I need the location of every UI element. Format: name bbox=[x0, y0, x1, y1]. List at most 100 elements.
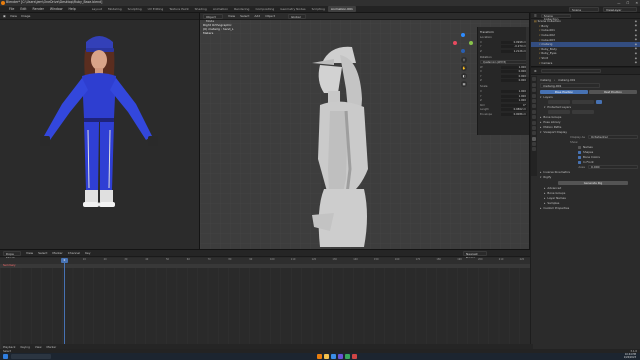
viewport-menu-add[interactable]: Add bbox=[254, 14, 260, 18]
workspace-tab-uv-editing[interactable]: UV Editing bbox=[145, 6, 167, 12]
dope-sheet[interactable]: Dope Sheet View Select Marker Channel Ke… bbox=[0, 249, 533, 350]
camera-icon[interactable]: ◧ bbox=[461, 73, 467, 79]
eye-icon[interactable]: ◉ bbox=[635, 38, 637, 41]
properties-tab-texture-icon[interactable] bbox=[532, 147, 536, 152]
sidebar-tabs[interactable] bbox=[526, 27, 529, 77]
rotation-field[interactable]: 0.000 bbox=[501, 70, 527, 74]
outliner-item[interactable]: ▿ Camera ◉ bbox=[531, 60, 640, 65]
rest-position-button[interactable]: Rest Position bbox=[589, 90, 637, 94]
properties-tab-constraints-icon[interactable] bbox=[532, 131, 536, 136]
properties-tab-render-icon[interactable] bbox=[532, 82, 536, 87]
current-frame-indicator[interactable]: 0 bbox=[61, 258, 68, 263]
taskbar-search-input[interactable] bbox=[11, 354, 51, 359]
blender-taskbar-icon[interactable] bbox=[317, 354, 323, 359]
navigation-gizmo[interactable] bbox=[453, 33, 473, 53]
rigify-header[interactable]: ▾ Rigify bbox=[540, 175, 638, 180]
bone-property-field[interactable]: 0° bbox=[501, 103, 527, 107]
properties-icon[interactable]: ⚙ bbox=[534, 69, 537, 73]
y-axis-icon[interactable] bbox=[469, 41, 473, 45]
workspace-tab-sculpting[interactable]: Sculpting bbox=[125, 6, 145, 12]
workspace-tab-texture-paint[interactable]: Texture Paint bbox=[166, 6, 191, 12]
checkbox-icon[interactable] bbox=[578, 150, 581, 154]
properties-tabs[interactable] bbox=[531, 76, 537, 176]
armature-name-field[interactable]: metarig.001 bbox=[540, 83, 600, 88]
taskbar-date[interactable]: 1/26/2023 bbox=[624, 356, 636, 360]
generate-rig-button[interactable]: Generate Rig bbox=[558, 180, 628, 185]
protected-layer-grid-1[interactable] bbox=[548, 110, 570, 114]
layer-grid-1[interactable] bbox=[548, 100, 570, 104]
outliner-filter-input[interactable]: Scene Collection bbox=[540, 13, 571, 20]
location-field[interactable]: -0.279 m bbox=[501, 45, 527, 49]
eye-icon[interactable]: ◉ bbox=[635, 61, 637, 64]
summary-channel[interactable]: Summary bbox=[0, 264, 530, 268]
bone-property-field[interactable]: 0.0086 m bbox=[501, 112, 527, 116]
checkbox-icon[interactable] bbox=[578, 160, 581, 164]
dope-sheet-mode-select[interactable]: Dope Sheet bbox=[3, 250, 21, 260]
workspace-tab-animation-001[interactable]: Animation.001 bbox=[327, 6, 356, 12]
workspace-tab-scripting[interactable]: Scripting bbox=[309, 6, 328, 12]
menu-edit[interactable]: Edit bbox=[17, 7, 29, 11]
scale-field[interactable]: 1.000 bbox=[501, 99, 527, 103]
viewport-menu-view[interactable]: View bbox=[228, 14, 235, 18]
workspace-tab-modeling[interactable]: Modeling bbox=[105, 6, 125, 12]
properties-tab-bone-icon[interactable] bbox=[532, 142, 536, 147]
eye-icon[interactable]: ◉ bbox=[635, 24, 637, 27]
browser-icon[interactable] bbox=[331, 354, 337, 359]
bone-property-field[interactable]: 0.0862 m bbox=[501, 108, 527, 112]
properties-tab-modifiers-icon[interactable] bbox=[532, 115, 536, 120]
eye-icon[interactable]: ◉ bbox=[635, 52, 637, 55]
scale-field[interactable]: 1.000 bbox=[501, 94, 527, 98]
dope-sheet-menu-view[interactable]: View bbox=[26, 251, 33, 255]
workspace-tab-animation[interactable]: Animation bbox=[210, 6, 231, 12]
zoom-icon[interactable]: ⚲ bbox=[461, 57, 467, 63]
workspace-tab-geometry-nodes[interactable]: Geometry Nodes bbox=[277, 6, 308, 12]
viewport-menu-object[interactable]: Object bbox=[265, 14, 275, 18]
workspace-tab-rendering[interactable]: Rendering bbox=[231, 6, 252, 12]
workspace-tab-compositing[interactable]: Compositing bbox=[252, 6, 277, 12]
minimize-button[interactable]: — bbox=[617, 1, 620, 5]
protected-layer-grid-2[interactable] bbox=[572, 110, 594, 114]
display-as-select[interactable]: Octahedral bbox=[588, 135, 638, 139]
properties-tab-scene-icon[interactable] bbox=[532, 98, 536, 103]
x-axis-icon[interactable] bbox=[453, 41, 457, 45]
image-editor-menu-image[interactable]: Image bbox=[21, 14, 30, 18]
pose-position-button[interactable]: Pose Position bbox=[540, 90, 588, 94]
menu-render[interactable]: Render bbox=[30, 7, 47, 11]
store-icon[interactable] bbox=[345, 354, 351, 359]
location-field[interactable]: 0.0998 m bbox=[501, 40, 527, 44]
dope-sheet-menu-marker[interactable]: Marker bbox=[52, 251, 62, 255]
media-icon[interactable] bbox=[352, 354, 358, 359]
footer-playback[interactable]: Playback bbox=[3, 345, 15, 349]
layer-active[interactable] bbox=[596, 100, 602, 104]
neg-z-axis-icon[interactable] bbox=[461, 49, 465, 53]
eye-icon[interactable]: ◉ bbox=[635, 29, 637, 32]
dope-sheet-menu-channel[interactable]: Channel bbox=[68, 251, 80, 255]
start-icon[interactable] bbox=[3, 354, 8, 359]
dope-sheet-menu-key[interactable]: Key bbox=[85, 251, 90, 255]
layer-grid-2[interactable] bbox=[572, 100, 594, 104]
rotation-field[interactable]: 0.000 bbox=[501, 79, 527, 83]
playhead[interactable] bbox=[64, 258, 65, 350]
rotation-mode-select[interactable]: Quaternion (WXYZ) bbox=[480, 59, 527, 64]
workspace-tab-shading[interactable]: Shading bbox=[192, 6, 210, 12]
properties-tab-particles-icon[interactable] bbox=[532, 120, 536, 125]
properties-tab-output-icon[interactable] bbox=[532, 88, 536, 93]
eye-icon[interactable]: ◉ bbox=[635, 43, 637, 46]
viewport-menu-select[interactable]: Select bbox=[240, 14, 249, 18]
mode-selector[interactable]: Object Mode bbox=[203, 13, 223, 23]
editor-type-icon[interactable]: ▣ bbox=[3, 14, 6, 18]
axes-field[interactable]: 0.000 bbox=[588, 165, 638, 169]
properties-search-input[interactable] bbox=[540, 69, 601, 73]
footer-view[interactable]: View bbox=[35, 345, 42, 349]
checkbox-icon[interactable] bbox=[578, 155, 581, 159]
properties-tab-physics-icon[interactable] bbox=[532, 125, 536, 130]
maximize-button[interactable]: ☐ bbox=[626, 1, 629, 5]
eye-icon[interactable]: ◉ bbox=[635, 47, 637, 50]
location-field[interactable]: 1.2126 m bbox=[501, 49, 527, 53]
z-axis-icon[interactable] bbox=[461, 33, 465, 37]
dope-sheet-menu-select[interactable]: Select bbox=[38, 251, 47, 255]
eye-icon[interactable]: ◉ bbox=[635, 57, 637, 60]
footer-marker[interactable]: Marker bbox=[47, 345, 57, 349]
eye-icon[interactable]: ◉ bbox=[635, 34, 637, 37]
transform-orientation[interactable]: Global bbox=[287, 13, 306, 19]
